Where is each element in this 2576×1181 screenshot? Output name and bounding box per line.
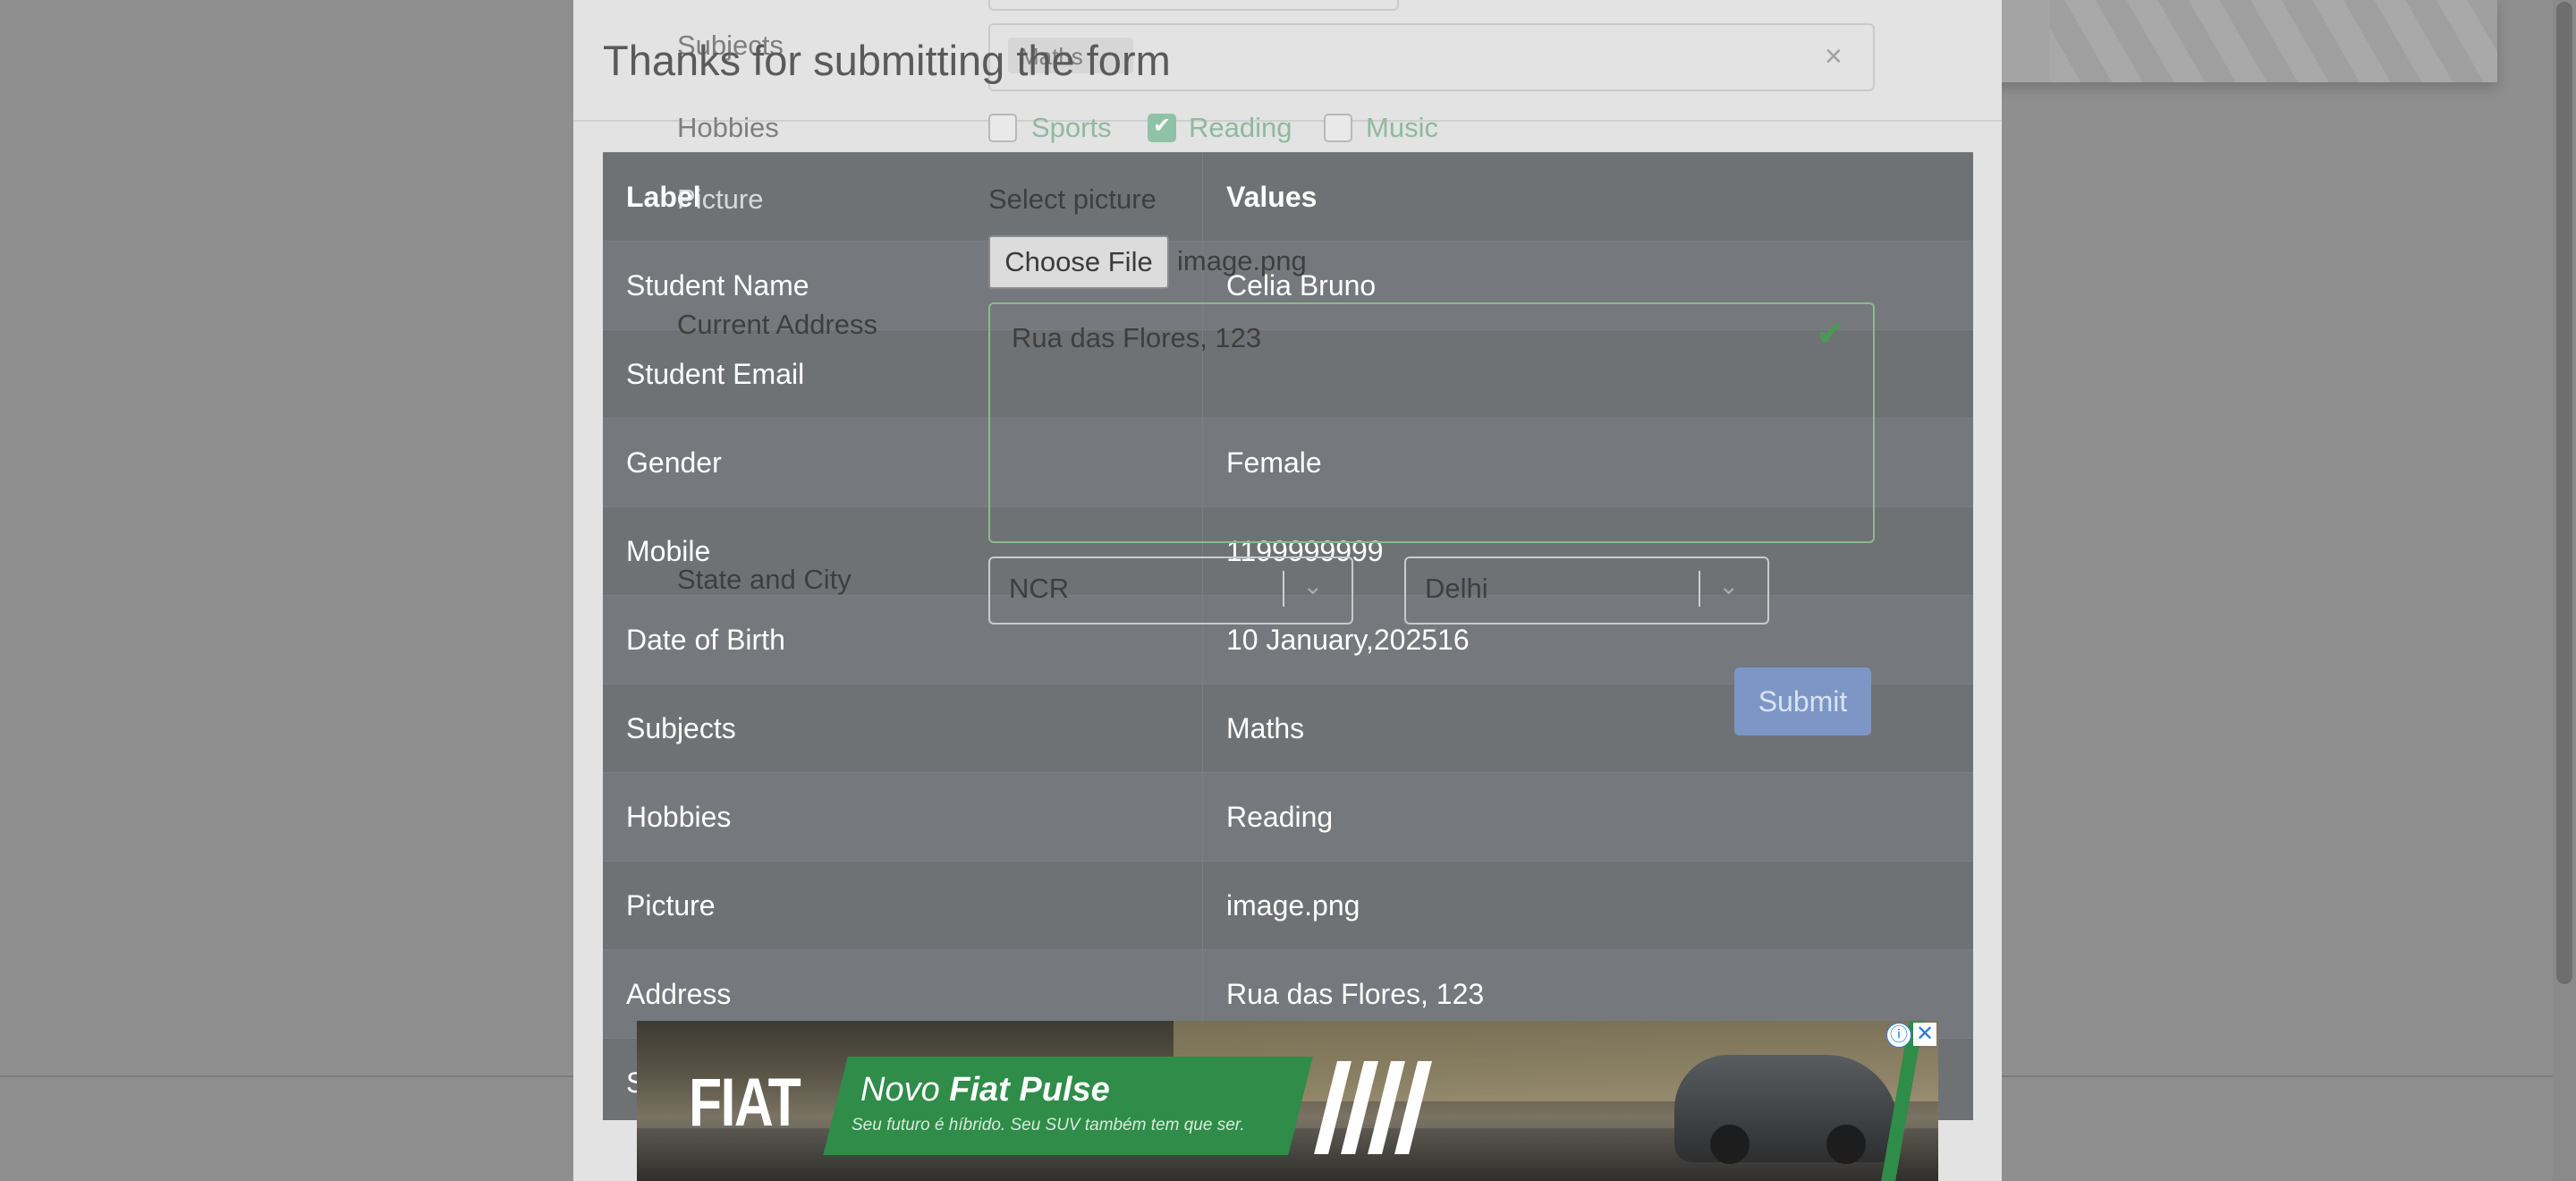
subjects-clear-icon[interactable]: × — [1825, 39, 1843, 74]
city-select-value: Delhi — [1425, 573, 1488, 604]
row-label: Hobbies — [603, 772, 1203, 862]
ad-banner[interactable]: FIAT Novo Fiat Pulse Seu futuro é híbrid… — [637, 1021, 1938, 1181]
hobbies-label: Hobbies — [677, 112, 779, 143]
ad-headline: Novo Fiat Pulse — [860, 1071, 1110, 1109]
modal-title: Thanks for submitting the form — [603, 37, 1171, 84]
row-label: Subjects — [603, 684, 1203, 773]
hobby-music-checkbox[interactable] — [1324, 114, 1352, 142]
ad-car-image — [1674, 1055, 1898, 1164]
hobby-sports-checkbox[interactable] — [988, 114, 1017, 142]
chevron-down-icon[interactable]: ⌄ — [1302, 571, 1323, 600]
state-city-label: State and City — [677, 564, 852, 595]
chevron-down-icon[interactable]: ⌄ — [1718, 571, 1739, 600]
ad-subtitle: Seu futuro é híbrido. Seu SUV também tem… — [852, 1116, 1245, 1134]
table-header-row: Label Values — [603, 152, 1973, 242]
table-row: Picture image.png — [603, 861, 1973, 950]
picture-label: Picture — [677, 183, 764, 215]
row-label: Picture — [603, 861, 1203, 950]
city-select-divider — [1699, 571, 1700, 607]
ad-headline-prefix: Novo — [860, 1071, 950, 1109]
info-icon[interactable]: ⓘ — [1886, 1023, 1911, 1048]
submit-button[interactable]: Submit — [1734, 667, 1871, 735]
table-row: Hobbies Reading — [603, 772, 1973, 862]
hobby-music-label[interactable]: Music — [1366, 112, 1438, 144]
fiat-logo: FIAT — [689, 1065, 801, 1141]
state-select-value: NCR — [1009, 573, 1070, 604]
select-picture-label: Select picture — [988, 183, 1157, 215]
scrollbar-thumb[interactable] — [2556, 2, 2572, 984]
hobby-reading-label[interactable]: Reading — [1189, 112, 1292, 144]
valid-check-icon: ✔ — [1816, 314, 1846, 353]
ad-headline-model: Fiat Pulse — [949, 1071, 1110, 1109]
selected-file-name: image.png — [1177, 245, 1307, 276]
results-table-container: Label Values Student Name Celia Bruno St… — [603, 152, 1973, 1120]
hobby-sports-label[interactable]: Sports — [1031, 112, 1112, 144]
choose-file-button[interactable]: Choose File — [988, 235, 1169, 289]
row-value: Reading — [1202, 772, 1973, 862]
row-value: image.png — [1202, 861, 1973, 950]
side-card — [1925, 0, 2497, 82]
page-scrollbar[interactable] — [2553, 0, 2576, 1181]
header-values: Values — [1202, 152, 1973, 242]
current-address-value: Rua das Flores, 123 — [1012, 322, 1262, 353]
hobby-reading-checkbox[interactable] — [1148, 113, 1176, 142]
close-icon[interactable]: ✕ — [1913, 1023, 1936, 1046]
current-address-label: Current Address — [677, 309, 877, 340]
date-input[interactable] — [988, 0, 1399, 11]
state-select-divider — [1283, 571, 1284, 607]
results-table: Label Values Student Name Celia Bruno St… — [603, 152, 1973, 1120]
